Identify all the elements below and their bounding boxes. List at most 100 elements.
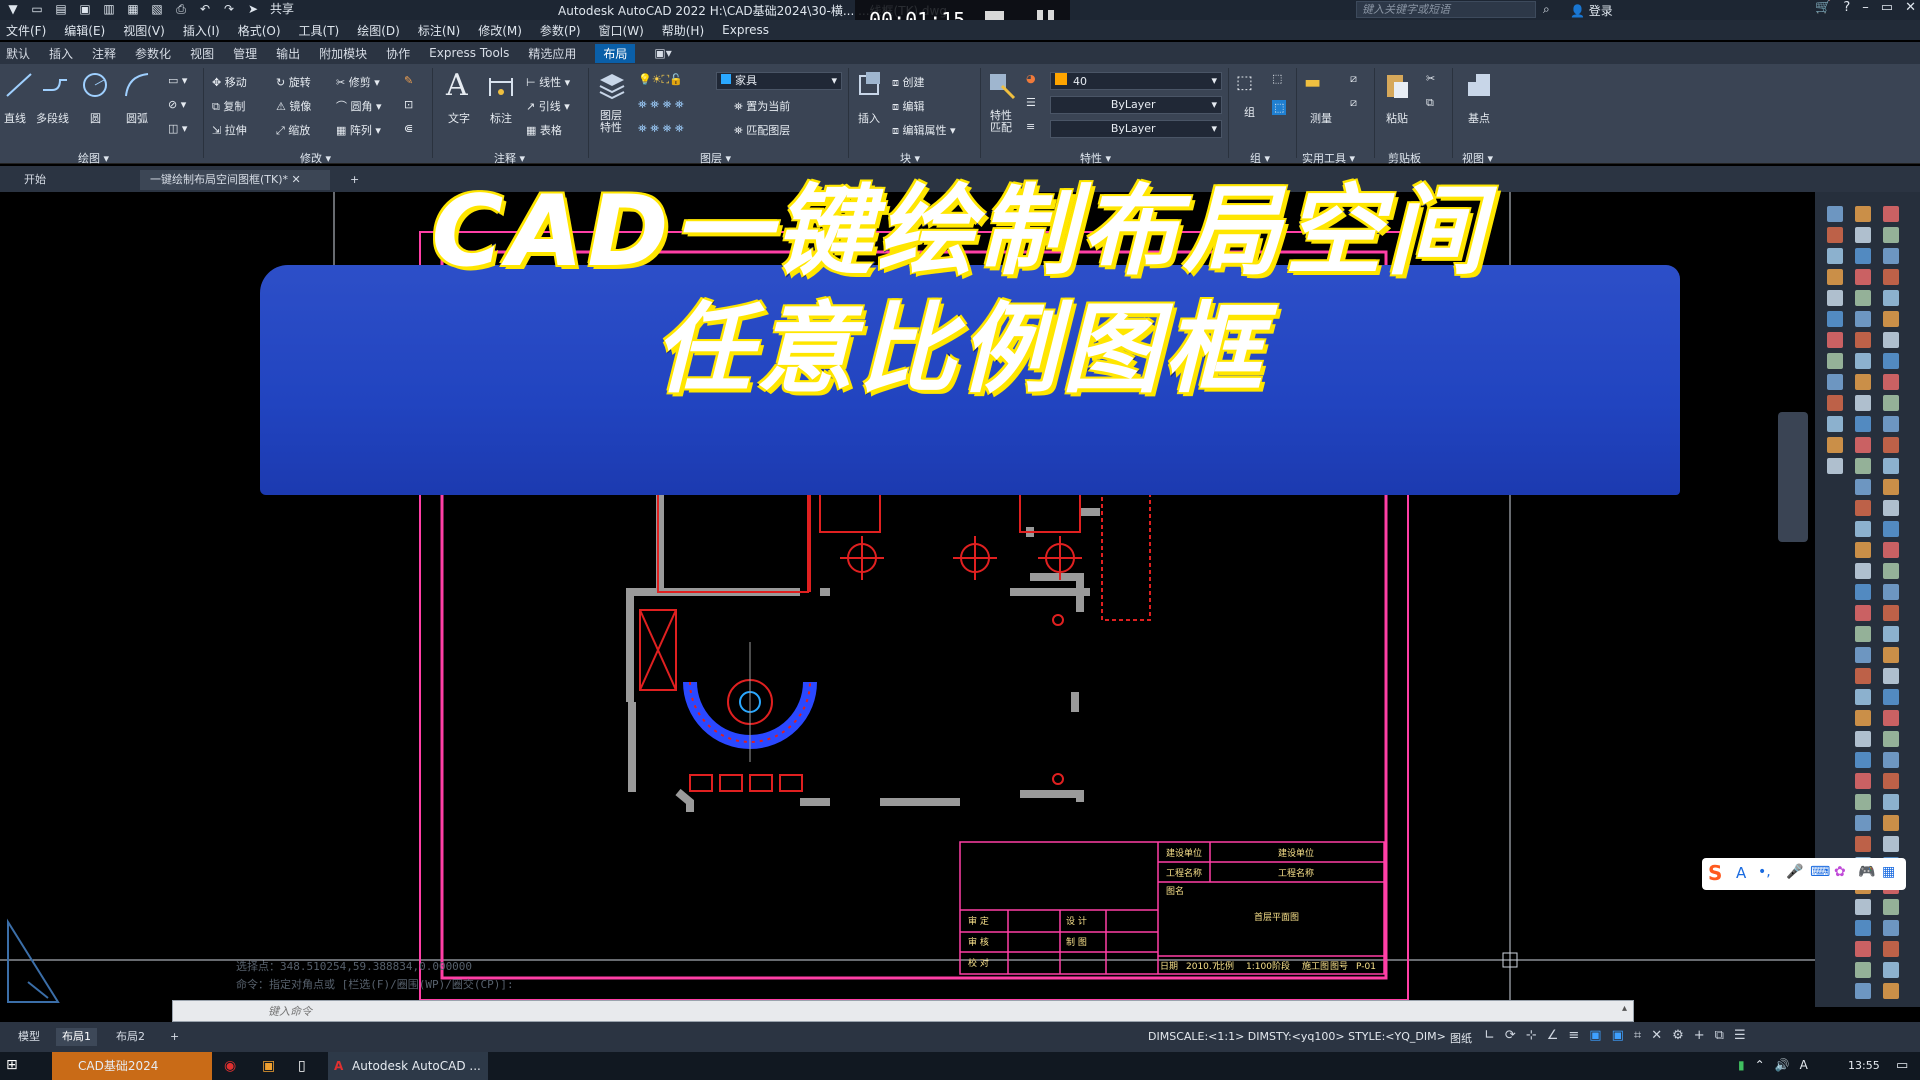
tab-collaborate[interactable]: 协作	[386, 45, 410, 62]
palette-tool-icon[interactable]	[1883, 689, 1899, 705]
create-block-button[interactable]: ⧈ 创建	[892, 74, 925, 90]
otrack-icon[interactable]: ∠	[1547, 1028, 1559, 1043]
menu-help[interactable]: 帮助(H)	[662, 22, 704, 39]
ungroup-icon[interactable]: ⬚	[1272, 72, 1282, 85]
palette-tool-icon[interactable]	[1883, 626, 1899, 642]
notepad-icon[interactable]: ▯	[298, 1058, 306, 1074]
match-properties-label[interactable]: 特性 匹配	[990, 110, 1012, 134]
app-menu-icon[interactable]: ▼	[6, 2, 20, 16]
layer-tools-row1[interactable]: ⛯ ⛯ ⛯ ⛯	[638, 98, 684, 112]
transparency-icon[interactable]: ▣	[1589, 1028, 1601, 1043]
palette-tool-icon[interactable]	[1883, 437, 1899, 453]
menu-draw[interactable]: 绘图(D)	[357, 22, 400, 39]
tab-manage[interactable]: 管理	[233, 45, 257, 62]
palette-tool-icon[interactable]	[1883, 521, 1899, 537]
layer-properties-label[interactable]: 图层 特性	[600, 110, 622, 134]
fillet-button[interactable]: ⌒ 圆角 ▾	[336, 98, 382, 114]
group-icon[interactable]: ⬚	[1236, 72, 1253, 93]
ime-skin-icon[interactable]: ✿	[1834, 864, 1846, 880]
palette-tool-icon[interactable]	[1855, 710, 1871, 726]
palette-tool-icon[interactable]	[1827, 227, 1843, 243]
print-icon[interactable]: ⎙	[174, 2, 188, 16]
palette-tool-icon[interactable]	[1883, 710, 1899, 726]
palette-tool-icon[interactable]	[1855, 416, 1871, 432]
palette-tool-icon[interactable]	[1883, 248, 1899, 264]
battery-icon[interactable]: ▮	[1738, 1058, 1745, 1072]
palette-tool-icon[interactable]	[1883, 416, 1899, 432]
palette-tool-icon[interactable]	[1883, 668, 1899, 684]
text-icon[interactable]: A	[446, 68, 468, 103]
login-button[interactable]: 👤 登录	[1570, 2, 1613, 19]
current-layer-dropdown[interactable]: 家具 ▾	[716, 72, 842, 90]
linear-dim-button[interactable]: ⊢ 线性 ▾	[526, 74, 570, 90]
palette-tool-icon[interactable]	[1855, 773, 1871, 789]
menu-view[interactable]: 视图(V)	[123, 22, 165, 39]
ime-mode-label[interactable]: A	[1736, 864, 1746, 882]
palette-tool-icon[interactable]	[1883, 815, 1899, 831]
arc-icon[interactable]	[122, 70, 152, 100]
tray-expand-icon[interactable]: ⌃	[1755, 1058, 1765, 1072]
palette-tool-icon[interactable]	[1855, 815, 1871, 831]
base-button-label[interactable]: 基点	[1468, 110, 1490, 126]
palette-tool-icon[interactable]	[1855, 353, 1871, 369]
palette-tool-icon[interactable]	[1855, 920, 1871, 936]
edit-block-button[interactable]: ⧈ 编辑	[892, 98, 925, 114]
rectangle-icon[interactable]: ▭ ▾	[168, 74, 187, 87]
palette-tool-icon[interactable]	[1883, 542, 1899, 558]
text-button-label[interactable]: 文字	[448, 110, 470, 126]
offset-icon[interactable]: ⋐	[404, 122, 413, 135]
group-button-label[interactable]: 组	[1244, 104, 1255, 120]
paper-space-toggle[interactable]: 图纸	[1450, 1030, 1472, 1046]
tab-express-tools[interactable]: Express Tools	[429, 46, 509, 60]
palette-tool-icon[interactable]	[1883, 395, 1899, 411]
annotation-visibility-icon[interactable]: ✕	[1651, 1028, 1662, 1043]
palette-tool-icon[interactable]	[1855, 542, 1871, 558]
tab-insert[interactable]: 插入	[49, 45, 73, 62]
lineweight-dropdown[interactable]: ByLayer ▾	[1050, 120, 1222, 138]
help-icon[interactable]: ?	[1843, 0, 1850, 15]
web-save-icon[interactable]: ▧	[150, 2, 164, 16]
circle-button-label[interactable]: 圆	[90, 110, 101, 126]
edit-attributes-button[interactable]: ⧈ 编辑属性 ▾	[892, 122, 956, 138]
palette-tool-icon[interactable]	[1827, 332, 1843, 348]
windows-start-icon[interactable]: ⊞	[6, 1057, 18, 1073]
palette-tool-icon[interactable]	[1855, 731, 1871, 747]
palette-tool-icon[interactable]	[1827, 458, 1843, 474]
taskbar-autocad-app[interactable]: A Autodesk AutoCAD ...	[328, 1052, 488, 1080]
palette-tool-icon[interactable]	[1883, 752, 1899, 768]
cut-icon[interactable]: ✂	[1426, 72, 1435, 85]
search-icon[interactable]: ⌕	[1543, 2, 1550, 17]
tab-parametric[interactable]: 参数化	[135, 45, 171, 62]
palette-tool-icon[interactable]	[1855, 752, 1871, 768]
match-layer-button[interactable]: ⛯ 匹配图层	[734, 122, 790, 138]
line-icon[interactable]	[4, 70, 34, 100]
tab-model[interactable]: 模型	[12, 1028, 46, 1046]
share-label[interactable]: 共享	[270, 2, 294, 16]
palette-tool-icon[interactable]	[1883, 332, 1899, 348]
palette-tool-icon[interactable]	[1855, 437, 1871, 453]
navigation-bar[interactable]	[1778, 412, 1808, 542]
palette-tool-icon[interactable]	[1827, 374, 1843, 390]
ime-punct-icon[interactable]: •,	[1758, 864, 1771, 880]
save-as-icon[interactable]: ▥	[102, 2, 116, 16]
tab-featured-apps[interactable]: 精选应用	[528, 45, 576, 62]
command-history-toggle-icon[interactable]: ▴	[1622, 1003, 1627, 1014]
move-button[interactable]: ✥ 移动	[212, 74, 247, 90]
tab-view[interactable]: 视图	[190, 45, 214, 62]
palette-tool-icon[interactable]	[1883, 920, 1899, 936]
tab-annotate[interactable]: 注释	[92, 45, 116, 62]
selection-cycling-icon[interactable]: ▣	[1612, 1028, 1624, 1043]
ime-game-icon[interactable]: 🎮	[1858, 864, 1875, 880]
palette-tool-icon[interactable]	[1883, 269, 1899, 285]
copy-clip-icon[interactable]: ⧉	[1426, 96, 1434, 110]
lineweight-toggle-icon[interactable]: ≡	[1568, 1028, 1579, 1043]
line-button-label[interactable]: 直线	[4, 110, 26, 126]
menu-modify[interactable]: 修改(M)	[478, 22, 522, 39]
copy-button[interactable]: ⧉ 复制	[212, 98, 245, 114]
menu-express[interactable]: Express	[722, 23, 769, 37]
palette-tool-icon[interactable]	[1855, 668, 1871, 684]
undo-icon[interactable]: ↶	[198, 2, 212, 16]
new-file-icon[interactable]: ▭	[30, 2, 44, 16]
web-open-icon[interactable]: ▦	[126, 2, 140, 16]
palette-tool-icon[interactable]	[1883, 290, 1899, 306]
